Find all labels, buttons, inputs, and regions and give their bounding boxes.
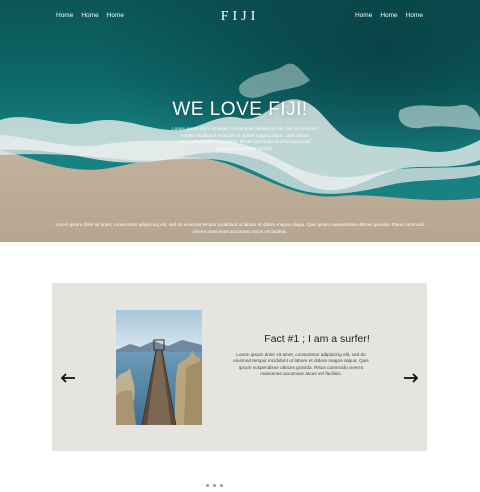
arrow-right-icon[interactable] [403,373,419,383]
hero-subtitle: Lorem ipsum dolor sit amet, consectetur … [172,126,318,151]
fact-title: Fact #1 ; I am a surfer! [264,333,370,345]
arrow-left-icon[interactable] [60,373,76,383]
hero-footer-text: Lorem ipsum dolor sit amet, consectetur … [55,222,425,234]
fact-slider: Fact #1 ; I am a surfer! Lorem ipsum dol… [52,283,427,451]
hero-title: WE LOVE FIJI! [172,99,308,120]
hero-section: Home Home Home Home Home Home FIJI WE LO… [0,0,480,242]
dot [213,484,216,487]
brand-logo[interactable]: FIJI [0,9,480,25]
hero-ocean-image [0,0,480,242]
fact-text: Lorem ipsum dolor sit amet, consectetur … [233,352,369,377]
dock-photo [116,310,202,425]
dot [206,484,209,487]
section-heading-partial [206,474,266,487]
dot [220,484,223,487]
